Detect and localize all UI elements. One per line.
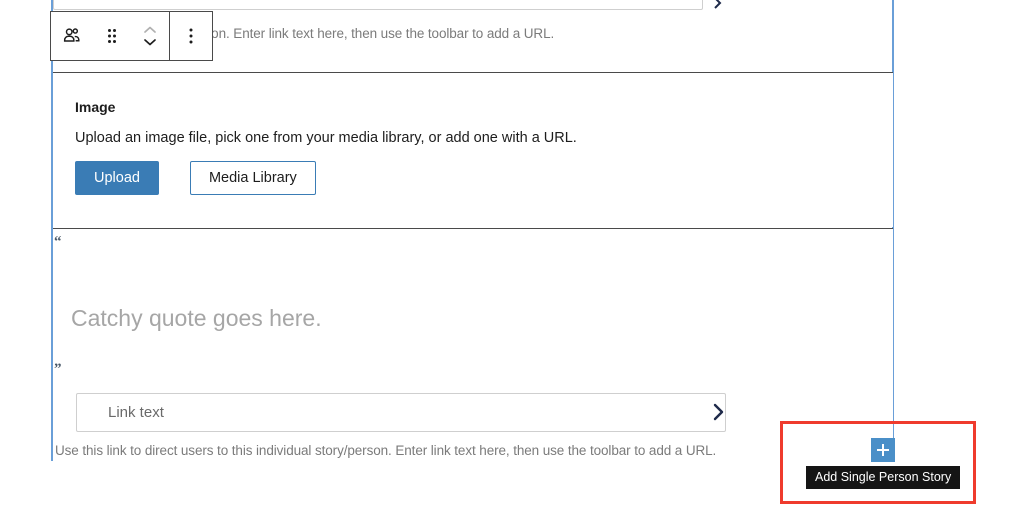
- top-chevron-right-icon: [710, 0, 724, 10]
- quote-link-help-text: Use this link to direct users to this in…: [55, 443, 717, 458]
- add-block-tooltip: Add Single Person Story: [806, 466, 961, 489]
- quote-placeholder[interactable]: Catchy quote goes here.: [71, 305, 322, 332]
- more-options-icon: [188, 25, 194, 47]
- more-options-button[interactable]: [170, 12, 212, 60]
- image-block-actions: Upload Media Library: [75, 161, 316, 195]
- image-block-title: Image: [75, 99, 116, 115]
- link-text-input[interactable]: Link text: [76, 393, 726, 432]
- close-quote-icon: ”: [54, 361, 61, 377]
- move-up-down-icon: [140, 21, 160, 51]
- single-person-story-icon: [61, 25, 83, 47]
- upload-button[interactable]: Upload: [75, 161, 159, 195]
- drag-handle-button[interactable]: [93, 12, 131, 60]
- quote-block[interactable]: “ Catchy quote goes here. ” Link text: [53, 229, 893, 461]
- move-up-down-button[interactable]: [131, 12, 169, 60]
- add-single-person-story-button[interactable]: [871, 438, 895, 462]
- open-quote-icon: “: [54, 234, 61, 250]
- block-toolbar-main-group: [51, 12, 169, 60]
- drag-handle-icon: [105, 25, 119, 47]
- editor-canvas: to this individual story/person. Enter l…: [0, 0, 1024, 528]
- image-block-description: Upload an image file, pick one from your…: [75, 130, 577, 146]
- block-toolbar-options-group: [169, 12, 212, 60]
- image-block[interactable]: Image Upload an image file, pick one fro…: [53, 73, 893, 227]
- media-library-button[interactable]: Media Library: [189, 161, 316, 195]
- block-toolbar[interactable]: [50, 11, 213, 61]
- top-link-text-input[interactable]: [53, 0, 703, 10]
- link-chevron-right-icon: [710, 401, 726, 427]
- single-person-story-icon-button[interactable]: [51, 12, 93, 60]
- link-text-placeholder: Link text: [108, 404, 164, 421]
